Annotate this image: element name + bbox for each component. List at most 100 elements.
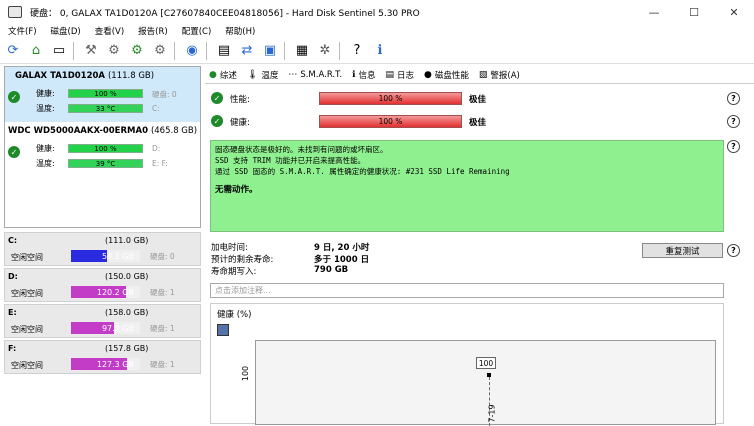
volume-c[interactable]: C: (111.0 GB) 空闲空间 58.1 GB 硬盘: 0 [4,232,201,266]
help-icon[interactable]: ? [727,92,740,105]
free-space-bar: 97.2 GB [71,322,140,334]
temp-label: 温度: [36,104,55,113]
power-on-label: 加电时间: [211,243,248,253]
disk-name: GALAX TA1D0120A (111.8 GB) [15,71,155,81]
data-label: 100 [476,357,496,369]
health-bar: 100 % [319,115,462,128]
x-tick-label: 7-19 [487,404,497,423]
report-icon[interactable]: ▦ [292,41,312,61]
status-description: 固态硬盘状态是极好的。未找到有问题的或坏扇区。 SSD 支持 TRIM 功能并已… [210,140,724,232]
tab-log[interactable]: ▤ 日志 [385,69,414,81]
minimize-button[interactable]: — [634,0,674,24]
info-icon: ℹ [352,69,356,80]
performance-verdict: 极佳 [469,95,487,105]
refresh-icon[interactable]: ⟳ [3,41,23,61]
help-icon[interactable]: ? [347,41,367,61]
temp-bar: 39 °C [68,159,143,168]
performance-icon: ● [424,69,432,80]
volume-list: C: (111.0 GB) 空闲空间 58.1 GB 硬盘: 0 D: (150… [4,232,201,422]
volume-disk: 硬盘: 1 [150,324,175,333]
volume-disk: 硬盘: 0 [150,252,175,261]
health-label: 健康: [230,118,250,128]
disk-item-0[interactable]: GALAX TA1D0120A (111.8 GB) ✓ 健康: 100 % 硬… [5,67,200,122]
check-icon: ✓ [8,91,20,103]
volume-size: (111.0 GB) [105,236,149,245]
log-icon: ▤ [385,69,394,80]
disk-item-1[interactable]: WDC WD5000AAKX-00ERMA0 (465.8 GB) ✓ 健康: … [5,122,200,177]
free-space-label: 空闲空间 [11,325,43,334]
globe-icon[interactable]: ◉ [182,41,202,61]
chart-tab[interactable]: 健康 (%) [217,308,251,320]
drive-letters: C: [152,104,160,113]
menu-file[interactable]: 文件(F) [8,25,37,37]
volume-letter: D: [8,272,18,281]
tool-refresh-icon[interactable]: ⚙ [104,41,124,61]
tab-bar: ● 综述 🌡 温度 ⋯ S.M.A.R.T. ℹ 信息 ▤ 日志 ● 磁盘性能 ▧ 警报(A) [205,66,754,84]
network-icon[interactable]: ⇄ [237,41,257,61]
health-bar: 100 % [68,89,143,98]
tab-temperature[interactable]: 🌡 温度 [247,69,278,81]
free-space-label: 空闲空间 [11,253,43,262]
writes-label: 寿命期写入: [211,267,257,277]
free-space-label: 空闲空间 [11,361,43,370]
home-icon[interactable]: ⌂ [26,41,46,61]
volume-d[interactable]: D: (150.0 GB) 空闲空间 120.2 GB 硬盘: 1 [4,268,201,302]
status-line: 固态硬盘状态是极好的。未找到有问题的或坏扇区。 [215,145,388,154]
free-space-bar: 120.2 GB [71,286,140,298]
tab-overview[interactable]: ● 综述 [209,69,237,81]
computer-icon[interactable]: ▣ [260,41,280,61]
menu-config[interactable]: 配置(C) [182,25,212,37]
volume-letter: C: [8,236,18,245]
help-icon[interactable]: ? [727,140,740,153]
volume-size: (150.0 GB) [105,272,149,281]
volume-e[interactable]: E: (158.0 GB) 空闲空间 97.2 GB 硬盘: 1 [4,304,201,338]
check-icon: ✓ [8,146,20,158]
volume-f[interactable]: F: (157.8 GB) 空闲空间 127.3 GB 硬盘: 1 [4,340,201,374]
tool-check-icon[interactable]: ⚙ [127,41,147,61]
tab-alerts[interactable]: ▧ 警报(A) [479,69,520,81]
data-point [487,373,491,377]
about-icon[interactable]: ℹ [370,41,390,61]
temp-label: 温度: [36,159,55,168]
tool-arrow-icon[interactable]: ⚙ [150,41,170,61]
help-icon[interactable]: ? [727,115,740,128]
health-chart: 100 100 7-19 [241,340,716,426]
power-on-value: 9 日, 20 小时 [314,243,370,253]
document-icon[interactable]: ▤ [214,41,234,61]
volume-disk: 硬盘: 1 [150,360,175,369]
settings-icon[interactable]: ✲ [315,41,335,61]
help-icon[interactable]: ? [727,244,740,257]
tab-info[interactable]: ℹ 信息 [352,69,375,81]
status-action: 无需动作。 [215,185,258,195]
health-bar: 100 % [68,144,143,153]
menu-bar: 文件(F) 磁盘(D) 查看(V) 报告(R) 配置(C) 帮助(H) [0,24,754,38]
tool-icon[interactable]: ⚒ [81,41,101,61]
free-space-bar: 127.3 GB [71,358,140,370]
tab-smart[interactable]: ⋯ S.M.A.R.T. [288,70,342,80]
note-input[interactable]: 点击添加注释... [210,283,724,298]
retest-button[interactable]: 重复测试 [642,243,723,258]
disk-index: 硬盘: 0 [152,90,177,99]
disk-icon[interactable]: ▭ [49,41,69,61]
writes-value: 790 GB [314,265,349,275]
title-bar: 硬盘： 0, GALAX TA1D0120A [C27607840CEE0481… [0,0,754,24]
menu-report[interactable]: 报告(R) [138,25,168,37]
disk-list: GALAX TA1D0120A (111.8 GB) ✓ 健康: 100 % 硬… [4,66,201,228]
volume-letter: E: [8,308,17,317]
menu-disk[interactable]: 磁盘(D) [51,25,81,37]
alert-icon: ▧ [478,69,488,80]
health-label: 健康: [36,89,55,98]
drive-letters: E: F: [152,159,168,168]
maximize-button[interactable]: ☐ [674,0,714,24]
window-title: 硬盘： 0, GALAX TA1D0120A [C27607840CEE0481… [30,8,420,19]
health-chart-panel: 健康 (%) 100 100 7-19 [210,303,724,426]
tab-performance[interactable]: ● 磁盘性能 [424,69,469,81]
health-label: 健康: [36,144,55,153]
toolbar: ⟳ ⌂ ▭ ⚒ ⚙ ⚙ ⚙ ◉ ▤ ⇄ ▣ ▦ ✲ ? ℹ [0,38,754,64]
menu-help[interactable]: 帮助(H) [225,25,255,37]
thermometer-icon: 🌡 [246,69,259,80]
save-icon[interactable] [217,324,229,336]
drive-letters: D: [152,144,161,153]
close-button[interactable]: ✕ [714,0,754,24]
menu-view[interactable]: 查看(V) [95,25,124,37]
